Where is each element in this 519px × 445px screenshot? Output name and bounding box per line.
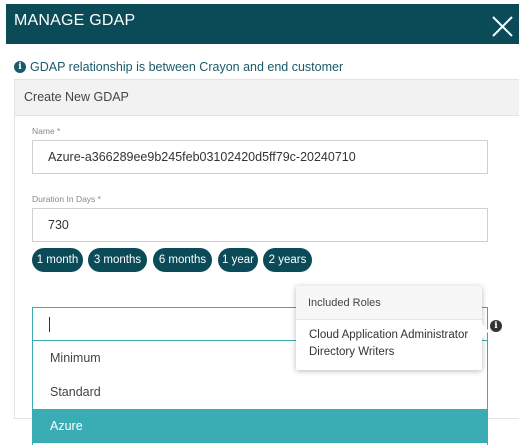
- modal-header: MANAGE GDAP: [6, 4, 519, 44]
- role-option-azure[interactable]: Azure: [33, 409, 487, 443]
- duration-input[interactable]: 730: [32, 208, 488, 242]
- name-field-label: Name *: [32, 126, 61, 136]
- close-button[interactable]: [486, 10, 516, 40]
- name-input-value: Azure-a366289ee9b245feb03102420d5ff79c-2…: [48, 150, 356, 164]
- name-input[interactable]: Azure-a366289ee9b245feb03102420d5ff79c-2…: [32, 140, 488, 174]
- included-roles-tooltip: Included Roles Cloud Application Adminis…: [296, 286, 489, 370]
- duration-preset-1-month[interactable]: 1 month: [32, 248, 83, 272]
- info-icon[interactable]: i: [490, 320, 502, 332]
- panel-header: Create New GDAP: [15, 80, 519, 116]
- duration-field-label: Duration In Days *: [32, 194, 101, 204]
- tooltip-title: Included Roles: [296, 286, 482, 320]
- duration-input-value: 730: [48, 218, 69, 232]
- close-icon: [492, 16, 513, 37]
- gdap-info-note: i GDAP relationship is between Crayon an…: [14, 60, 343, 74]
- duration-preset-1-year[interactable]: 1 year: [218, 248, 258, 272]
- modal-title: MANAGE GDAP: [14, 12, 136, 29]
- duration-preset-6-months[interactable]: 6 months: [153, 248, 212, 272]
- tooltip-role-item: Directory Writers: [309, 346, 395, 358]
- text-caret: [49, 317, 50, 332]
- duration-preset-3-months[interactable]: 3 months: [88, 248, 147, 272]
- panel-title: Create New GDAP: [24, 90, 129, 104]
- info-icon: i: [14, 61, 26, 73]
- duration-preset-2-years[interactable]: 2 years: [263, 248, 312, 272]
- tooltip-role-item: Cloud Application Administrator: [309, 329, 469, 341]
- role-option-standard[interactable]: Standard: [33, 375, 487, 409]
- gdap-info-text: GDAP relationship is between Crayon and …: [30, 60, 344, 74]
